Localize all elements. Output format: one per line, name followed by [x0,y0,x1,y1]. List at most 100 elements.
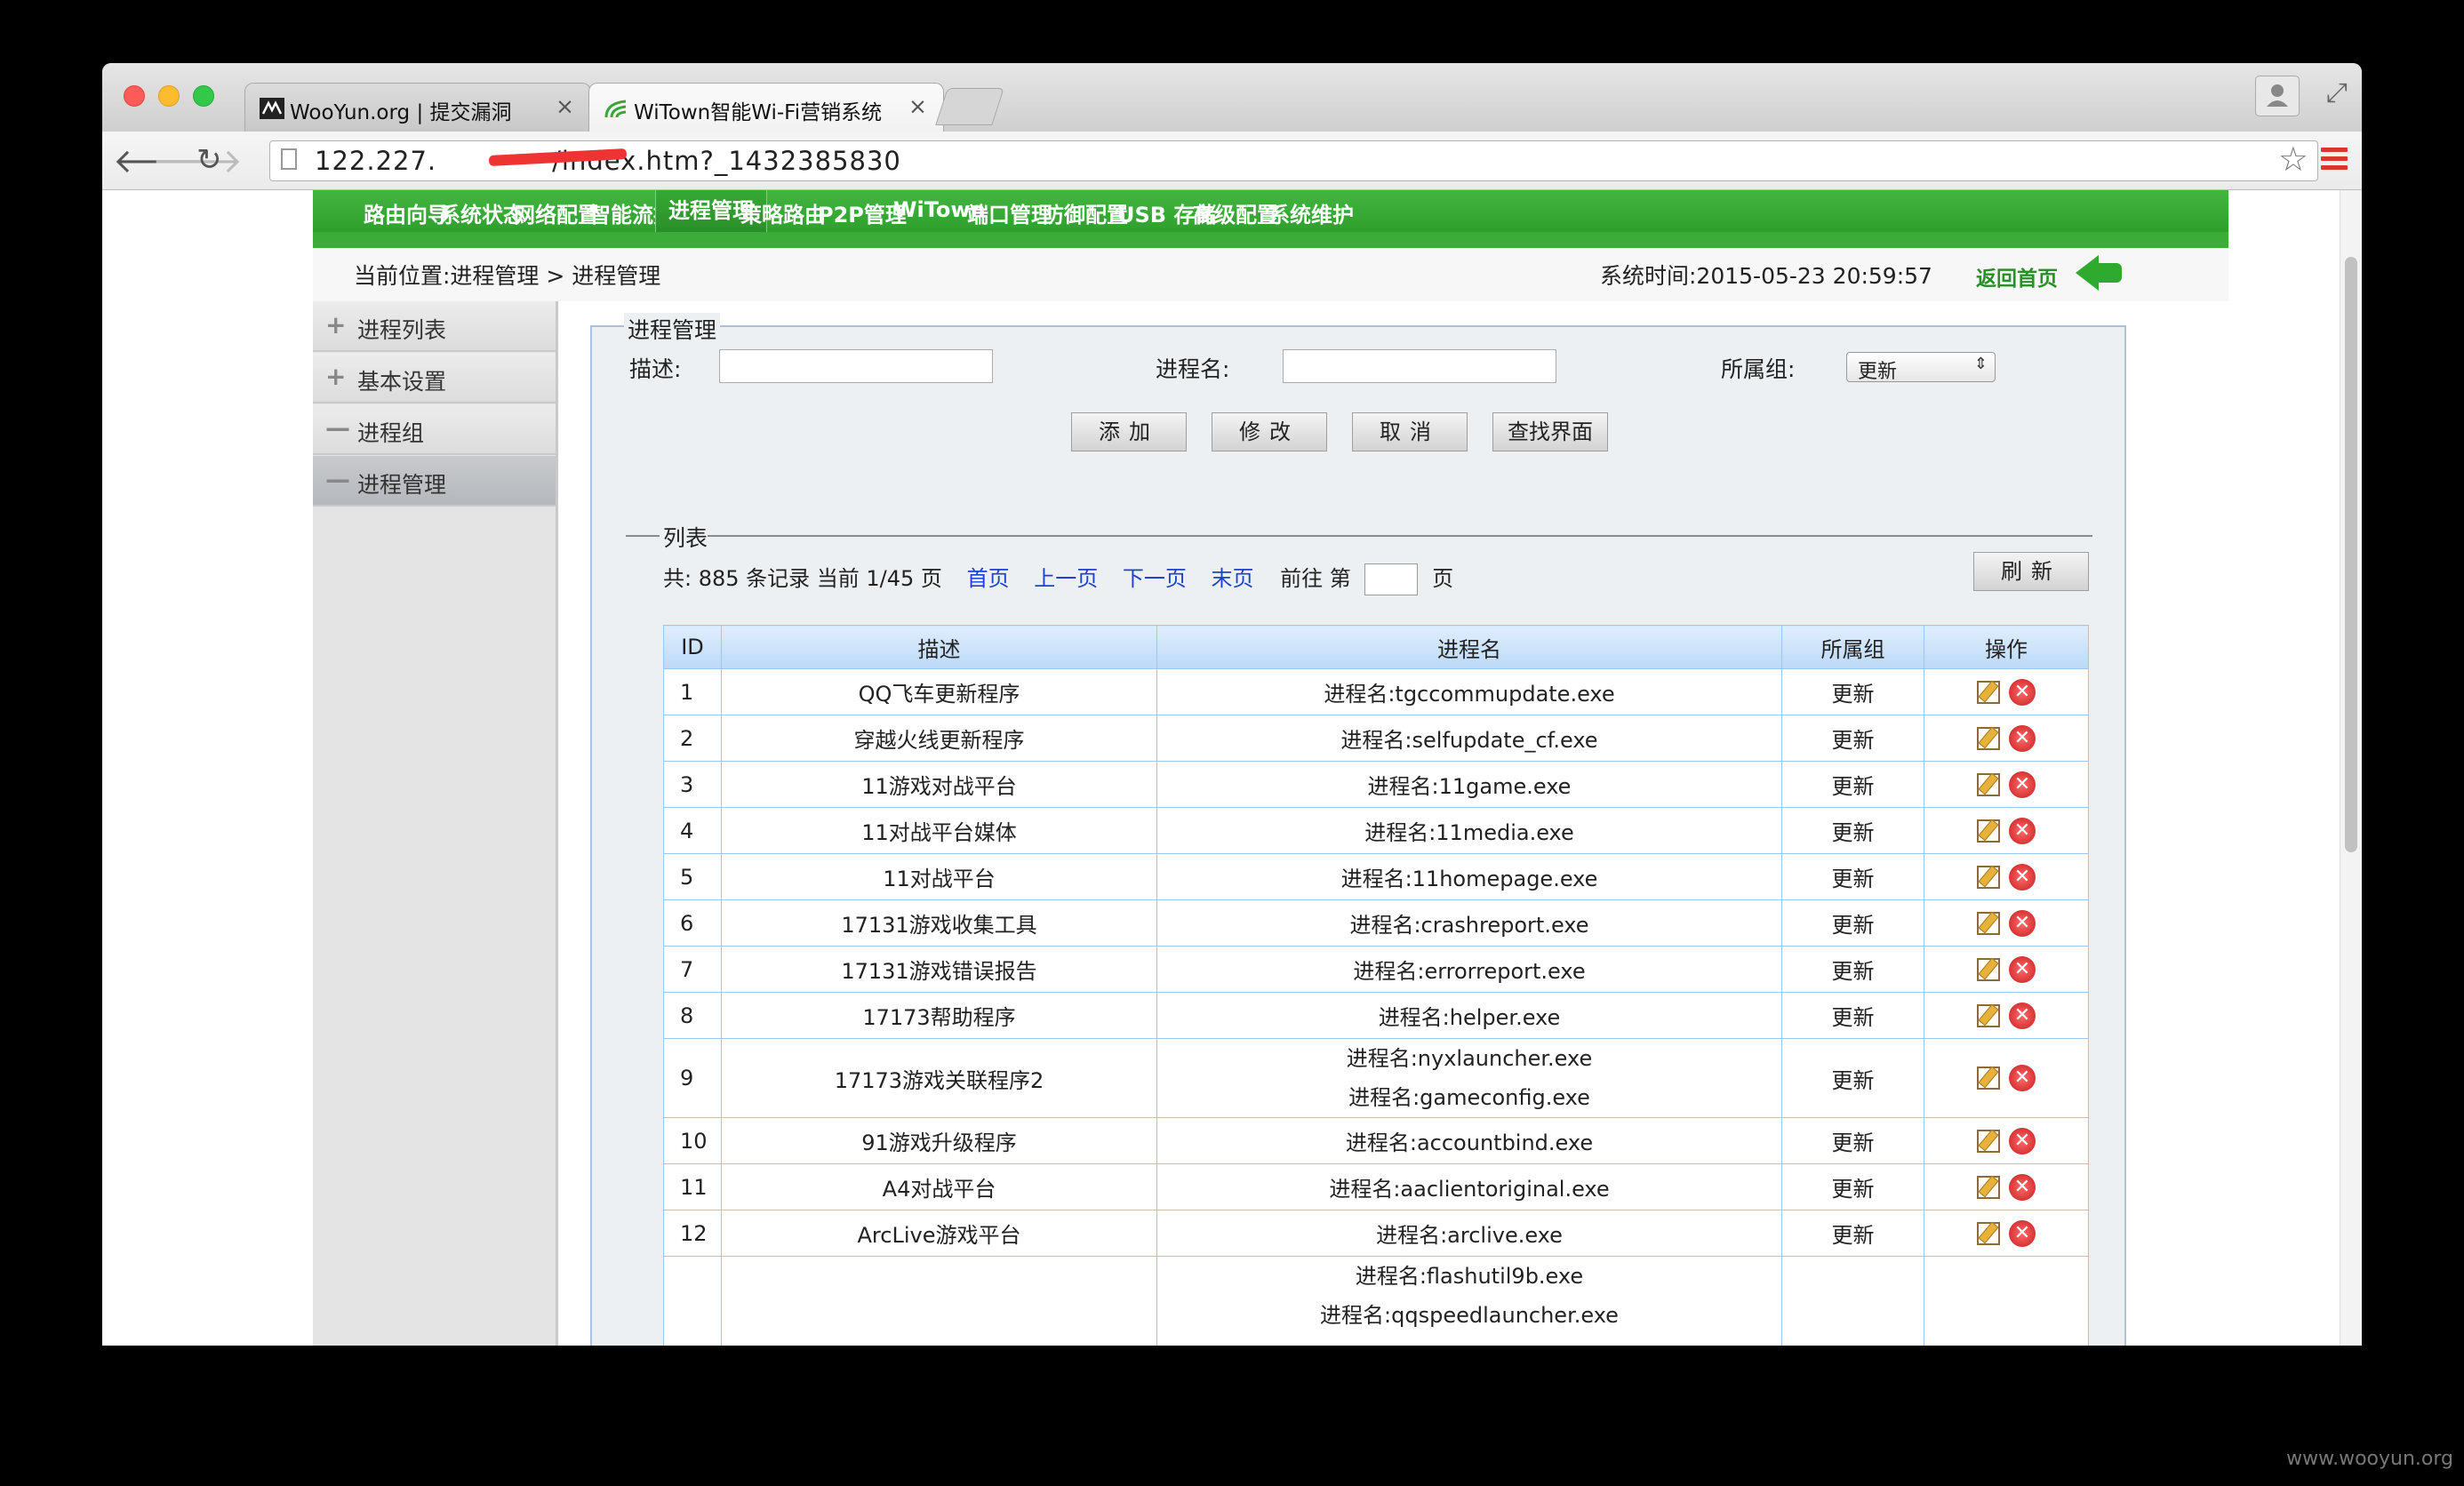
vertical-scrollbar[interactable] [2340,190,2362,1346]
refresh-button[interactable]: 刷新 [1973,552,2089,591]
cell-desc: 17131游戏错误报告 [721,946,1157,993]
main-content: 进程管理 描述: 进程名: 所属组: 更新 ⇕ 添加 修改 取消 查找界面 列表… [558,301,2228,1346]
nav-item-port-management[interactable]: 端口管理 [967,197,1052,228]
cell-group: 更新 [1781,1163,1924,1210]
cell-desc: QQ飞车更新程序 [721,668,1157,715]
delete-icon[interactable]: ✕ [2009,1127,2036,1154]
router-admin-app: 路由向导 系统状态 网络配置 智能流控 进程管理 策略路由 P2P管理 WiTo… [313,190,2228,1346]
menu-icon[interactable] [2321,148,2348,174]
cell-id [663,1256,722,1346]
collapse-minus-icon: — [325,413,350,443]
add-button[interactable]: 添加 [1071,412,1187,451]
tab-witown[interactable]: WiTown智能Wi-Fi营销系统 × [588,83,944,132]
delete-icon[interactable]: ✕ [2009,1065,2036,1091]
pager-summary: 共: 885 条记录 当前 1/45 页 [663,566,942,591]
row-actions: ✕ [1977,1127,2036,1154]
group-select[interactable]: 更新 ⇕ [1846,352,1996,383]
delete-icon[interactable]: ✕ [2009,771,2036,798]
cell-desc [721,1256,1157,1346]
edit-icon[interactable] [1977,1067,2000,1090]
edit-icon[interactable] [1977,865,2000,889]
delete-icon[interactable]: ✕ [2009,1219,2036,1247]
sidebar-item-process-group[interactable]: — 进程组 [313,404,556,455]
cell-process-names: 进程名:helper.exe [1156,992,1782,1039]
edit-icon[interactable] [1977,726,2000,750]
row-actions: ✕ [1977,909,2036,937]
system-time: 系统时间:2015-05-23 20:59:57 [1600,263,1932,289]
process-name: 进程名:11homepage.exe [1340,867,1598,891]
delete-icon[interactable]: ✕ [2009,1173,2036,1201]
zoom-window-button[interactable] [193,85,214,107]
nav-item-defense[interactable]: 防御配置 [1043,197,1128,228]
prev-page-link[interactable]: 上一页 [1034,566,1098,591]
edit-icon[interactable] [1977,772,2000,796]
first-page-link[interactable]: 首页 [967,566,1010,591]
delete-icon[interactable]: ✕ [2009,678,2036,706]
nav-subbar [313,232,2228,248]
goto-page-input[interactable] [1364,563,1419,595]
modify-button[interactable]: 修改 [1212,412,1327,451]
delete-icon[interactable]: ✕ [2009,724,2036,752]
process-name: 进程名:tgccommupdate.exe [1324,682,1615,707]
edit-icon[interactable] [1977,1003,2000,1027]
delete-icon[interactable]: ✕ [2009,909,2036,937]
sidebar-item-label: 进程列表 [357,317,447,343]
column-header-group: 所属组 [1781,625,1924,669]
sidebar-item-basic-settings[interactable]: + 基本设置 [313,353,556,403]
nav-item-policy-routing[interactable]: 策略路由 [740,197,826,228]
edit-icon[interactable] [1977,1221,2000,1245]
nav-item-maintenance[interactable]: 系统维护 [1268,197,1354,228]
cell-group: 更新 [1781,761,1924,808]
last-page-link[interactable]: 末页 [1212,566,1254,591]
scrollbar-thumb[interactable] [2345,257,2357,852]
nav-item-network-config[interactable]: 网络配置 [514,197,599,228]
process-name-input[interactable] [1283,349,1556,383]
table-row-partial: 进程名:flashutil9b.exe 进程名:qqspeedlauncher.e… [663,1256,2089,1346]
nav-item-route-wizard[interactable]: 路由向导 [364,197,449,228]
edit-icon[interactable] [1977,1175,2000,1199]
cancel-button[interactable]: 取消 [1352,412,1468,451]
address-bar[interactable]: 122.227./index.htm?_1432385830 ☆ [269,140,2318,181]
edit-icon[interactable] [1977,680,2000,704]
column-header-desc: 描述 [721,625,1157,669]
cell-desc: 17131游戏收集工具 [721,899,1157,947]
table-row: 11 A4对战平台 进程名:aaclientoriginal.exe 更新 ✕ [663,1163,2089,1210]
tab-wooyun[interactable]: WooYun.org | 提交漏洞 × [244,83,591,132]
sidebar-item-process-management[interactable]: — 进程管理 [313,456,556,507]
cell-actions: ✕ [1924,1163,2089,1210]
minimize-window-button[interactable] [158,85,180,107]
close-window-button[interactable] [124,85,145,107]
expand-icon[interactable]: ⤢ [2326,77,2348,108]
new-tab-button[interactable] [935,88,1004,125]
delete-icon[interactable]: ✕ [2009,817,2036,844]
reload-icon[interactable]: ↻ [196,142,222,178]
expand-plus-icon: + [325,310,347,340]
profile-icon[interactable] [2255,76,2300,116]
bookmark-star-icon[interactable]: ☆ [2278,140,2308,179]
cell-group [1781,1256,1924,1346]
nav-item-system-status[interactable]: 系统状态 [439,197,524,228]
next-page-link[interactable]: 下一页 [1123,566,1187,591]
delete-icon[interactable]: ✕ [2009,955,2036,983]
desc-input[interactable] [719,349,993,383]
cell-group: 更新 [1781,899,1924,947]
back-arrow-icon-body[interactable] [2095,263,2122,283]
delete-icon[interactable]: ✕ [2009,1002,2036,1029]
list-divider [708,535,2092,537]
home-link[interactable]: 返回首页 [1976,261,2058,292]
cell-desc: 91游戏升级程序 [721,1117,1157,1164]
nav-item-advanced[interactable]: 高级配置 [1193,197,1278,228]
search-view-button[interactable]: 查找界面 [1492,412,1608,451]
edit-icon[interactable] [1977,819,2000,843]
table-row: 9 17173游戏关联程序2 进程名:nyxlauncher.exe 进程名:game… [663,1038,2089,1118]
cell-actions: ✕ [1924,946,2089,993]
edit-icon[interactable] [1977,911,2000,935]
sidebar-item-process-list[interactable]: + 进程列表 [313,301,556,352]
row-actions: ✕ [1977,1173,2036,1201]
edit-icon[interactable] [1977,957,2000,981]
close-tab-icon[interactable]: × [908,93,927,119]
close-tab-icon[interactable]: × [556,93,574,119]
edit-icon[interactable] [1977,1129,2000,1153]
sidebar-item-label: 进程管理 [357,472,447,498]
delete-icon[interactable]: ✕ [2009,863,2036,891]
